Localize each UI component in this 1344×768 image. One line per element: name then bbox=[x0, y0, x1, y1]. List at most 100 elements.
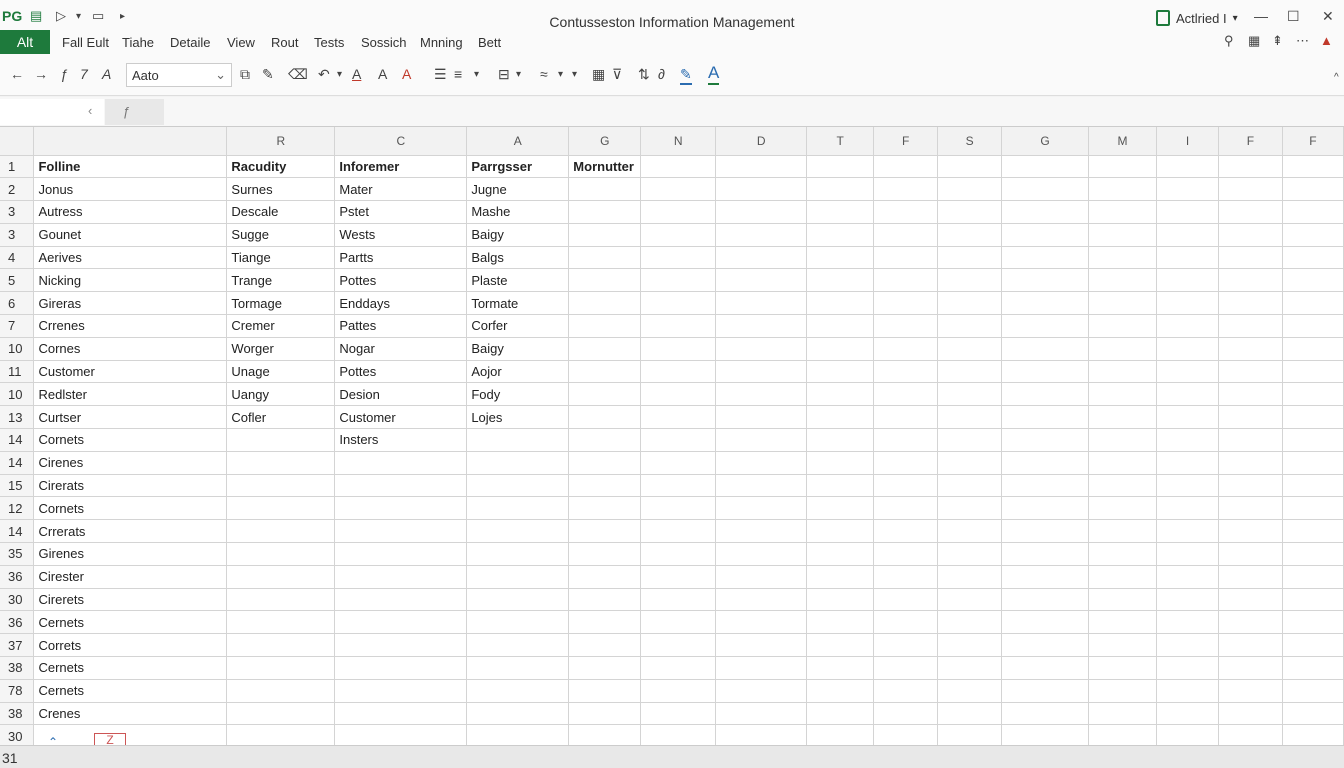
grid-cell[interactable] bbox=[1001, 519, 1090, 544]
highlight-icon[interactable]: ✎ bbox=[680, 66, 692, 85]
chevron-down-icon[interactable]: ▾ bbox=[474, 69, 479, 80]
grid-cell[interactable]: Inforemer bbox=[334, 155, 468, 179]
grid-cell[interactable] bbox=[715, 405, 808, 430]
grid-cell[interactable] bbox=[806, 496, 875, 521]
row-header[interactable]: 36 bbox=[0, 565, 35, 589]
grid-cell[interactable]: Autress bbox=[33, 200, 228, 224]
grid-cell[interactable] bbox=[1218, 519, 1283, 544]
grid-cell[interactable] bbox=[466, 519, 570, 544]
column-header[interactable]: N bbox=[640, 127, 717, 156]
grid-cell[interactable] bbox=[1001, 610, 1090, 635]
row-header[interactable]: 11 bbox=[0, 360, 35, 384]
grid-cell[interactable] bbox=[226, 679, 336, 703]
row-header[interactable]: 3 bbox=[0, 223, 35, 247]
grid-cell[interactable] bbox=[1282, 200, 1344, 224]
row-header[interactable]: 14 bbox=[0, 428, 35, 452]
grid-cell[interactable]: Trange bbox=[226, 268, 336, 293]
row-header[interactable]: 5 bbox=[0, 268, 35, 293]
column-header[interactable]: I bbox=[1156, 127, 1219, 156]
grid-cell[interactable] bbox=[640, 702, 717, 726]
grid-cell[interactable] bbox=[937, 519, 1003, 544]
grid-cell[interactable] bbox=[1156, 724, 1219, 745]
grid-cell[interactable] bbox=[1156, 291, 1219, 316]
alt-tab[interactable]: Alt bbox=[0, 30, 50, 54]
grid-cell[interactable] bbox=[1001, 223, 1090, 247]
grid-cell[interactable] bbox=[806, 314, 875, 338]
grid-cell[interactable]: Parrgsser bbox=[466, 155, 570, 179]
grid-cell[interactable] bbox=[466, 565, 570, 589]
grid-cell[interactable] bbox=[640, 223, 717, 247]
row-header[interactable]: 38 bbox=[0, 656, 35, 680]
grid-cell[interactable]: Pottes bbox=[334, 268, 468, 293]
row-header[interactable]: 38 bbox=[0, 702, 35, 726]
row-header[interactable]: 10 bbox=[0, 382, 35, 407]
font-name-select[interactable]: Aato ⌄ bbox=[126, 63, 232, 87]
grid-cell[interactable] bbox=[334, 474, 468, 498]
grid-cell[interactable]: Cirenes bbox=[33, 451, 228, 475]
fill-color-icon[interactable]: A bbox=[402, 66, 411, 82]
grid-cell[interactable] bbox=[1282, 519, 1344, 544]
grid-cell[interactable] bbox=[715, 223, 808, 247]
grid-cell[interactable] bbox=[334, 565, 468, 589]
grid-cell[interactable] bbox=[568, 565, 642, 589]
row-header[interactable]: 3 bbox=[0, 200, 35, 224]
grid-cell[interactable] bbox=[1088, 542, 1157, 566]
grid-cell[interactable] bbox=[937, 702, 1003, 726]
grid-cell[interactable]: Folline bbox=[33, 155, 228, 179]
grid-cell[interactable] bbox=[1001, 291, 1090, 316]
grid-cell[interactable] bbox=[715, 702, 808, 726]
menu-item-file-edit[interactable]: Fall Eult bbox=[62, 35, 109, 50]
grid-cell[interactable] bbox=[715, 382, 808, 407]
menu-item-view[interactable]: View bbox=[227, 35, 255, 50]
grid-cell[interactable] bbox=[568, 656, 642, 680]
grid-cell[interactable]: Nogar bbox=[334, 337, 468, 361]
grid-cell[interactable] bbox=[640, 679, 717, 703]
grid-cell[interactable] bbox=[1088, 268, 1157, 293]
grid-cell[interactable] bbox=[715, 155, 808, 179]
grid-cell[interactable] bbox=[334, 702, 468, 726]
grid-cell[interactable] bbox=[568, 268, 642, 293]
grid-cell[interactable] bbox=[1001, 565, 1090, 589]
grid-cell[interactable] bbox=[640, 291, 717, 316]
column-header[interactable]: G bbox=[1001, 127, 1090, 156]
grid-cell[interactable]: Racudity bbox=[226, 155, 336, 179]
grid-cell[interactable] bbox=[873, 382, 939, 407]
grid-cell[interactable] bbox=[937, 451, 1003, 475]
grid-cell[interactable] bbox=[1001, 542, 1090, 566]
column-header[interactable]: D bbox=[715, 127, 808, 156]
grid-cell[interactable] bbox=[226, 724, 336, 745]
grid-cell[interactable] bbox=[873, 314, 939, 338]
grid-cell[interactable] bbox=[1218, 428, 1283, 452]
column-header[interactable]: T bbox=[806, 127, 875, 156]
grid-cell[interactable] bbox=[806, 656, 875, 680]
grid-cell[interactable] bbox=[1218, 291, 1283, 316]
pen-icon[interactable]: ✎ bbox=[262, 66, 274, 83]
grid-cell[interactable] bbox=[466, 542, 570, 566]
chevron-down-icon[interactable]: ▾ bbox=[516, 69, 521, 80]
grid-cell[interactable] bbox=[873, 360, 939, 384]
grid-cell[interactable]: Surnes bbox=[226, 177, 336, 202]
grid-cell[interactable]: Cofler bbox=[226, 405, 336, 430]
grid-cell[interactable] bbox=[640, 314, 717, 338]
grid-cell[interactable] bbox=[640, 428, 717, 452]
grid-cell[interactable] bbox=[1218, 610, 1283, 635]
grid-cell[interactable] bbox=[466, 451, 570, 475]
grid-cell[interactable] bbox=[1282, 610, 1344, 635]
row-header[interactable]: 13 bbox=[0, 405, 35, 430]
grid-cell[interactable] bbox=[873, 246, 939, 270]
grid-cell[interactable] bbox=[1088, 223, 1157, 247]
grid-cell[interactable]: Cirerats bbox=[33, 474, 228, 498]
grid-cell[interactable] bbox=[806, 474, 875, 498]
grid-cell[interactable] bbox=[1001, 382, 1090, 407]
row-header[interactable]: 30 bbox=[0, 588, 35, 612]
grid-cell[interactable]: Crrerats bbox=[33, 519, 228, 544]
grid-cell[interactable] bbox=[873, 702, 939, 726]
grid-cell[interactable]: Curtser bbox=[33, 405, 228, 430]
grid-cell[interactable]: Mornutter bbox=[568, 155, 642, 179]
column-header[interactable]: S bbox=[937, 127, 1003, 156]
grid-cell[interactable]: Gounet bbox=[33, 223, 228, 247]
grid-cell[interactable] bbox=[873, 155, 939, 179]
grid-cell[interactable] bbox=[640, 496, 717, 521]
grid-cell[interactable] bbox=[937, 177, 1003, 202]
grid-cell[interactable] bbox=[873, 405, 939, 430]
